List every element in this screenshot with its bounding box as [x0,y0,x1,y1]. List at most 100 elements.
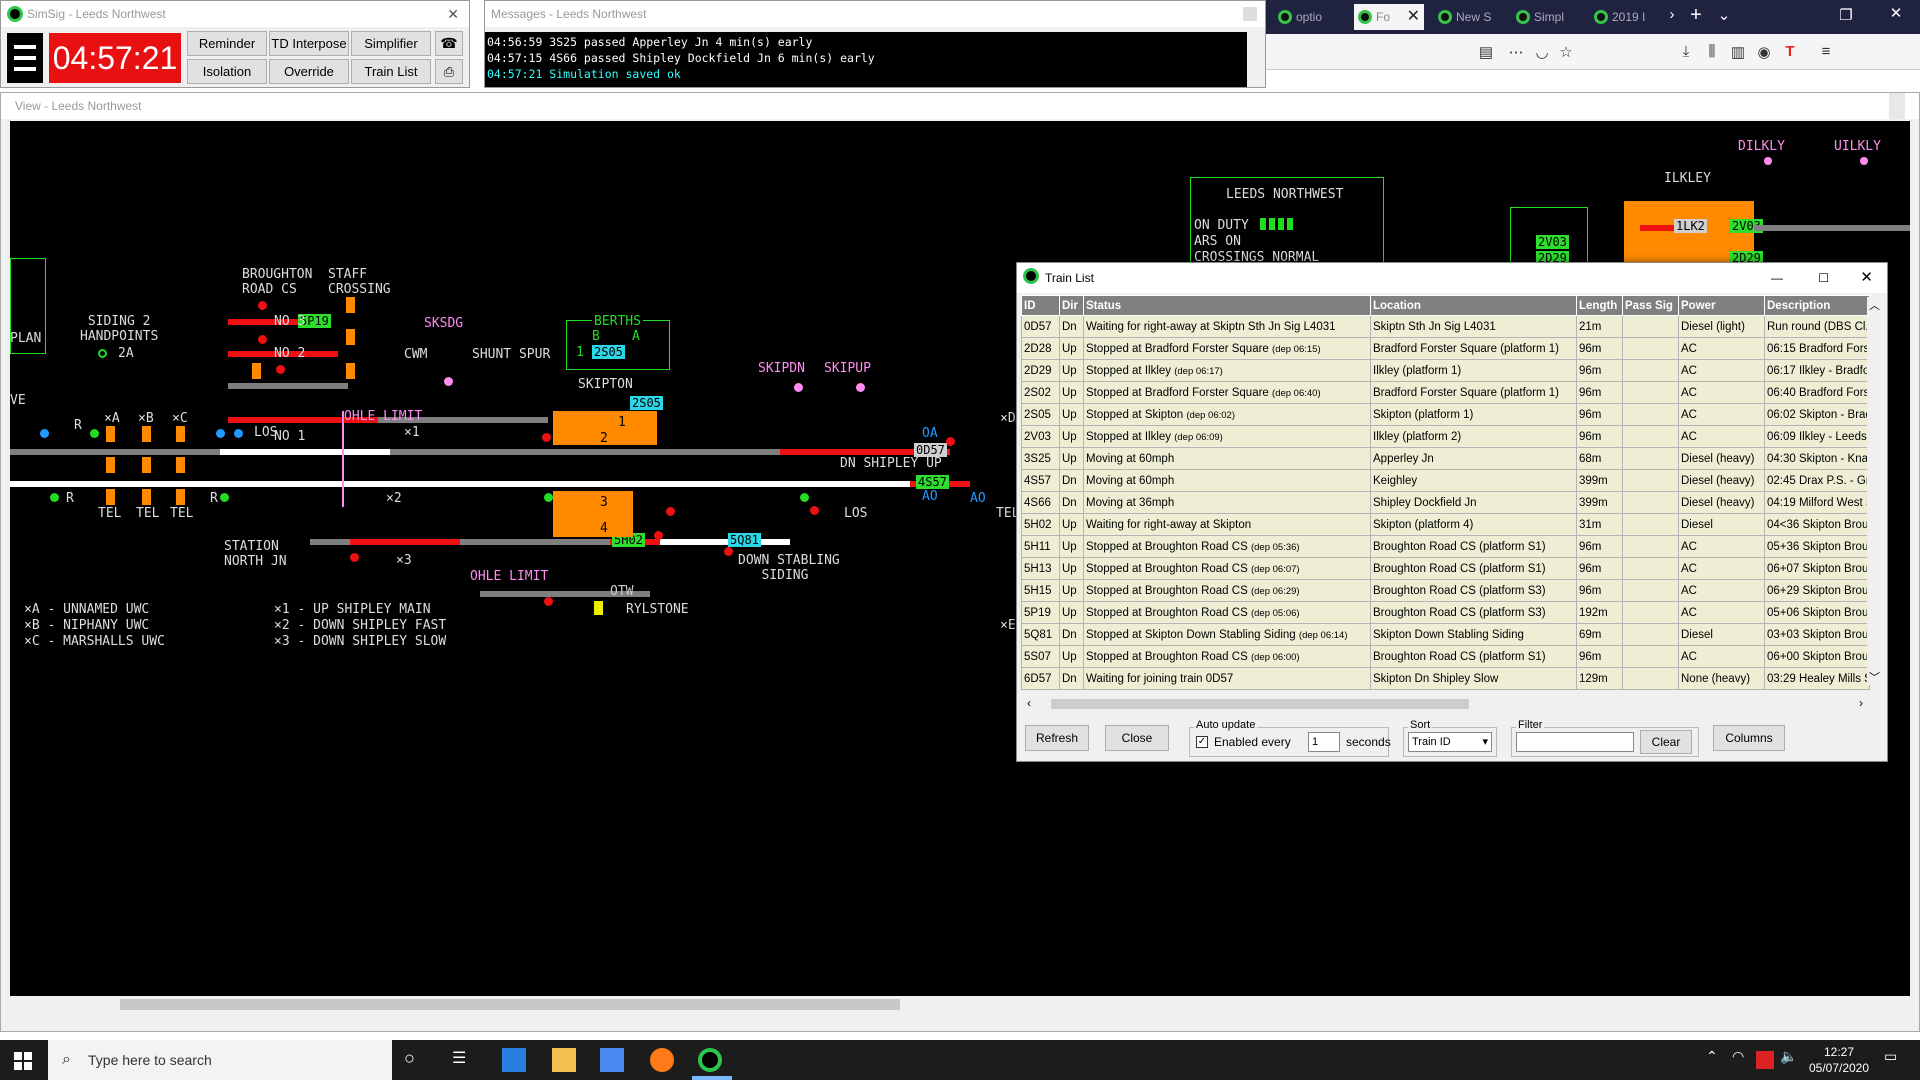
start-icon[interactable] [14,1052,32,1070]
table-row[interactable]: 5S07 Up Stopped at Broughton Road CS (dep … [1021,645,1870,668]
vertical-scrollbar[interactable]: ︿ ﹀ [1867,297,1883,685]
table-row[interactable]: 2D28 Up Stopped at Bradford Forster Square… [1021,337,1870,360]
horizontal-scrollbar[interactable] [10,996,1910,1013]
table-row[interactable]: 2S05 Up Stopped at Skipton (dep 06:02) Skip… [1021,403,1870,426]
signal-red[interactable] [724,547,733,556]
track-ilkley[interactable] [1754,225,1910,231]
main-menu-button[interactable] [7,33,43,83]
more-icon[interactable]: ⋯ [1506,43,1526,61]
signal-red[interactable] [350,553,359,562]
interval-stepper[interactable]: 1 [1308,732,1340,752]
chevron-right-icon[interactable]: › [1859,696,1863,710]
refresh-button[interactable]: Refresh [1025,725,1089,751]
track-slow[interactable] [460,539,610,545]
berth-1lk2[interactable]: 1LK2 [1674,219,1707,233]
signal-blue[interactable] [216,429,225,438]
signal-blue[interactable] [40,429,49,438]
simplifier-button[interactable]: Simplifier [351,31,431,56]
table-row[interactable]: 5H11 Up Stopped at Broughton Road CS (dep … [1021,535,1870,558]
signal-red[interactable] [542,433,551,442]
close-icon[interactable]: ✕ [1860,263,1873,293]
browser-tab[interactable]: Simpl [1512,4,1582,30]
track-slow-route[interactable] [660,539,790,545]
close-icon[interactable]: ✕ [447,1,459,27]
signal-red[interactable] [258,301,267,310]
table-row[interactable]: 5H02 Up Waiting for right-away at Skipton … [1021,513,1870,536]
pocket-icon[interactable]: ◡ [1532,43,1552,61]
track-fast[interactable] [10,481,510,487]
signal-red[interactable] [654,531,663,540]
horizontal-scrollbar[interactable]: ‹ › [1021,696,1869,712]
reader-icon[interactable]: ▤ [1476,43,1496,61]
message-scrollbar[interactable] [1247,32,1263,87]
chevron-left-icon[interactable]: ‹ [1027,696,1031,710]
berth-4s57[interactable]: 4S57 [916,475,949,489]
track-main[interactable] [10,449,220,455]
table-row[interactable]: 0D57 Dn Waiting for right-away at Skiptn S… [1021,315,1870,338]
extension-icon[interactable]: T [1780,43,1800,60]
download-icon[interactable]: ⤓ [1676,43,1696,60]
train-list-button[interactable]: Train List [351,59,431,84]
berth-2v03[interactable]: 2V03 [1536,235,1569,249]
track-main[interactable] [390,449,780,455]
table-row[interactable]: 3S25 Up Moving at 60mph Apperley Jn 68m Dies… [1021,447,1870,470]
columns-button[interactable]: Columns [1713,725,1785,751]
phone-icon[interactable]: ☎ [435,31,463,56]
system-clock[interactable]: 12:27 05/07/2020 [1806,1044,1872,1076]
column-header[interactable]: Length [1576,295,1623,316]
signal-green[interactable] [220,493,229,502]
berth-5q81[interactable]: 5Q81 [728,533,761,547]
column-header[interactable]: Pass Sig [1622,295,1679,316]
mail-icon[interactable] [502,1048,526,1072]
signal-red[interactable] [276,365,285,374]
minimize-icon[interactable]: — [1771,263,1783,293]
isolation-button[interactable]: Isolation [187,59,267,84]
signal-green[interactable] [800,493,809,502]
table-row[interactable]: 2V03 Up Stopped at Ilkley (dep 06:09) Ilkle… [1021,425,1870,448]
network-icon[interactable]: ◠ [1732,1048,1756,1072]
column-header[interactable]: Status [1083,295,1371,316]
scrollbar-thumb[interactable] [120,999,900,1010]
close-icon[interactable]: ✕ [1886,4,1906,22]
berth-2s05-platform[interactable]: 2S05 [630,396,663,410]
browser-tab[interactable]: optio [1274,4,1338,30]
column-header[interactable]: Dir [1059,295,1084,316]
plus-icon[interactable]: + [1686,4,1706,27]
menu-icon[interactable]: ≡ [1816,43,1836,60]
signal-green[interactable] [544,493,553,502]
table-row[interactable]: 2D29 Up Stopped at Ilkley (dep 06:17) Ilkle… [1021,359,1870,382]
vertical-scrollbar[interactable] [1889,93,1905,119]
antivirus-icon[interactable] [1756,1051,1774,1069]
star-icon[interactable]: ☆ [1556,43,1576,61]
browser-tab[interactable]: New S [1434,4,1504,30]
table-row[interactable]: 2S02 Up Stopped at Bradford Forster Square… [1021,381,1870,404]
simsig-icon[interactable] [698,1048,722,1072]
table-row[interactable]: 4S57 Dn Moving at 60mph Keighley 399m Diesel… [1021,469,1870,492]
override-button[interactable]: Override [269,59,349,84]
column-header[interactable]: Location [1370,295,1577,316]
td-interpose-button[interactable]: TD Interpose [269,31,349,56]
table-row[interactable]: 4S66 Dn Moving at 36mph Shipley Dockfield … [1021,491,1870,514]
filter-input[interactable] [1516,732,1634,752]
track-slow-occupied[interactable] [350,539,460,545]
chevron-up-icon[interactable]: ︿ [1869,297,1880,313]
table-row[interactable]: 6D57 Dn Waiting for joining train 0D57 Ski… [1021,667,1870,690]
folder-icon[interactable] [552,1048,576,1072]
signal-red[interactable] [946,437,955,446]
signal-red[interactable] [810,506,819,515]
close-icon[interactable]: ✕ [1407,4,1420,30]
signal-red[interactable] [258,335,267,344]
signal-green[interactable] [50,493,59,502]
table-row[interactable]: 5H15 Up Stopped at Broughton Road CS (dep … [1021,579,1870,602]
task-view-icon[interactable]: ☰ [452,1048,476,1072]
berth-0d57[interactable]: 0D57 [914,443,947,457]
track-slow[interactable] [310,539,350,545]
column-header[interactable]: Description [1764,295,1870,316]
signal-blue[interactable] [234,429,243,438]
chevron-right-icon[interactable]: › [1662,6,1682,23]
account-icon[interactable]: ◉ [1754,43,1774,61]
table-row[interactable]: 5H13 Up Stopped at Broughton Road CS (dep … [1021,557,1870,580]
chevron-down-icon[interactable]: ﹀ [1869,669,1880,685]
signal-green[interactable] [90,429,99,438]
reminder-button[interactable]: Reminder [187,31,267,56]
